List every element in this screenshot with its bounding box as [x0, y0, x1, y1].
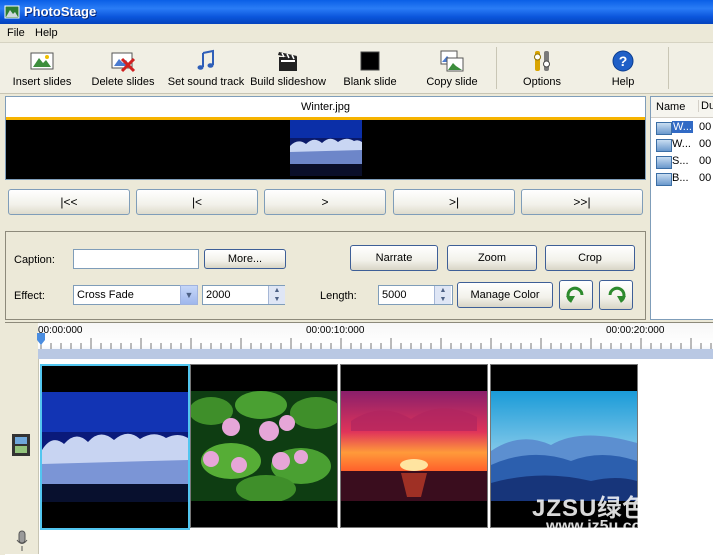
previous-slide-button[interactable]: |<: [136, 189, 258, 215]
delete-slides-button[interactable]: Delete slides: [90, 45, 156, 91]
svg-text:?: ?: [619, 53, 628, 69]
title-bar: PhotoStage: [0, 0, 713, 24]
slide-list: Name Du W... 00 W... 00 S... 00 B... 00: [650, 96, 713, 320]
build-slideshow-button[interactable]: Build slideshow: [249, 45, 327, 91]
window-title: PhotoStage: [24, 4, 97, 19]
app-icon: [4, 5, 20, 19]
column-header-name[interactable]: Name: [656, 101, 685, 113]
options-icon: [534, 51, 550, 71]
rotate-right-button[interactable]: [599, 280, 633, 310]
image-file-icon: [656, 173, 672, 186]
next-slide-button[interactable]: >|: [393, 189, 515, 215]
list-header: Name Du: [651, 97, 713, 118]
rotate-left-button[interactable]: [559, 280, 593, 310]
crop-button[interactable]: Crop: [545, 245, 635, 271]
list-item[interactable]: S... 00: [651, 154, 713, 170]
image-file-icon: [656, 122, 672, 135]
blue-hills-slide-image: [491, 391, 637, 501]
blank-slide-icon: [360, 51, 380, 71]
copy-slide-icon: [440, 50, 464, 72]
watermark-url: www.jz5u.com: [546, 518, 656, 535]
slide-thumbnail-winter[interactable]: [40, 364, 190, 530]
more-button[interactable]: More...: [204, 249, 286, 269]
menu-file[interactable]: File: [7, 27, 25, 39]
image-file-icon: [656, 156, 672, 169]
water-lilies-slide-image: [191, 391, 337, 501]
preview-image: [290, 120, 362, 176]
caption-label: Caption:: [14, 254, 55, 266]
sunset-slide-image: [341, 391, 487, 501]
toolbar-separator: [668, 47, 669, 89]
menu-help[interactable]: Help: [35, 27, 58, 39]
toolbar-separator: [496, 47, 497, 89]
insert-slides-button[interactable]: Insert slides: [8, 45, 76, 91]
slide-thumbnail-water-lilies[interactable]: [190, 364, 338, 528]
help-icon: ?: [612, 50, 634, 72]
first-slide-button[interactable]: |<<: [8, 189, 130, 215]
blank-slide-button[interactable]: Blank slide: [339, 45, 401, 91]
insert-slides-icon: [30, 52, 54, 70]
menu-bar: File Help: [0, 24, 713, 43]
play-button[interactable]: >: [264, 189, 386, 215]
zoom-button[interactable]: Zoom: [447, 245, 537, 271]
playhead-marker[interactable]: [37, 333, 45, 345]
preview-title: Winter.jpg: [6, 97, 645, 120]
preview-panel: Winter.jpg: [5, 96, 646, 180]
time-label: 00:00:10:000: [306, 325, 365, 336]
ruler-ticks: [40, 338, 712, 349]
list-item[interactable]: B... 00: [651, 171, 713, 187]
effect-label: Effect:: [14, 290, 45, 302]
slide-properties-panel: Caption: More... Effect: Cross Fade ▼ 20…: [5, 231, 646, 320]
music-note-icon: [197, 49, 214, 70]
rotate-left-icon: [566, 286, 584, 303]
rotate-right-icon: [608, 286, 626, 303]
manage-color-button[interactable]: Manage Color: [457, 282, 553, 308]
timeline-track-header: [5, 323, 39, 554]
options-button[interactable]: Options: [516, 45, 568, 91]
list-item[interactable]: W... 00: [651, 120, 713, 136]
winter-slide-image: [42, 392, 188, 502]
time-label: 00:00:20:000: [606, 325, 665, 336]
length-label: Length:: [320, 290, 357, 302]
delete-slides-icon: [111, 52, 136, 73]
copy-slide-button[interactable]: Copy slide: [423, 45, 481, 91]
narrate-button[interactable]: Narrate: [350, 245, 438, 271]
column-header-duration[interactable]: Du: [698, 100, 713, 112]
chevron-down-icon[interactable]: ▼: [180, 285, 198, 305]
image-file-icon: [656, 139, 672, 152]
length-spinner[interactable]: ▲ ▼: [434, 286, 451, 304]
list-item[interactable]: W... 00: [651, 137, 713, 153]
slide-thumbnail-sunset[interactable]: [340, 364, 488, 528]
caption-input[interactable]: [73, 249, 199, 269]
effect-duration-spinner[interactable]: ▲ ▼: [268, 286, 285, 304]
toolbar: Insert slides Delete slides Set sound tr…: [0, 43, 713, 94]
set-sound-track-button[interactable]: Set sound track: [166, 45, 246, 91]
microphone-icon: [16, 530, 28, 551]
last-slide-button[interactable]: >>|: [521, 189, 643, 215]
help-button[interactable]: ? Help: [600, 45, 646, 91]
film-strip-icon: [12, 434, 30, 456]
film-clapper-icon: [278, 52, 297, 71]
